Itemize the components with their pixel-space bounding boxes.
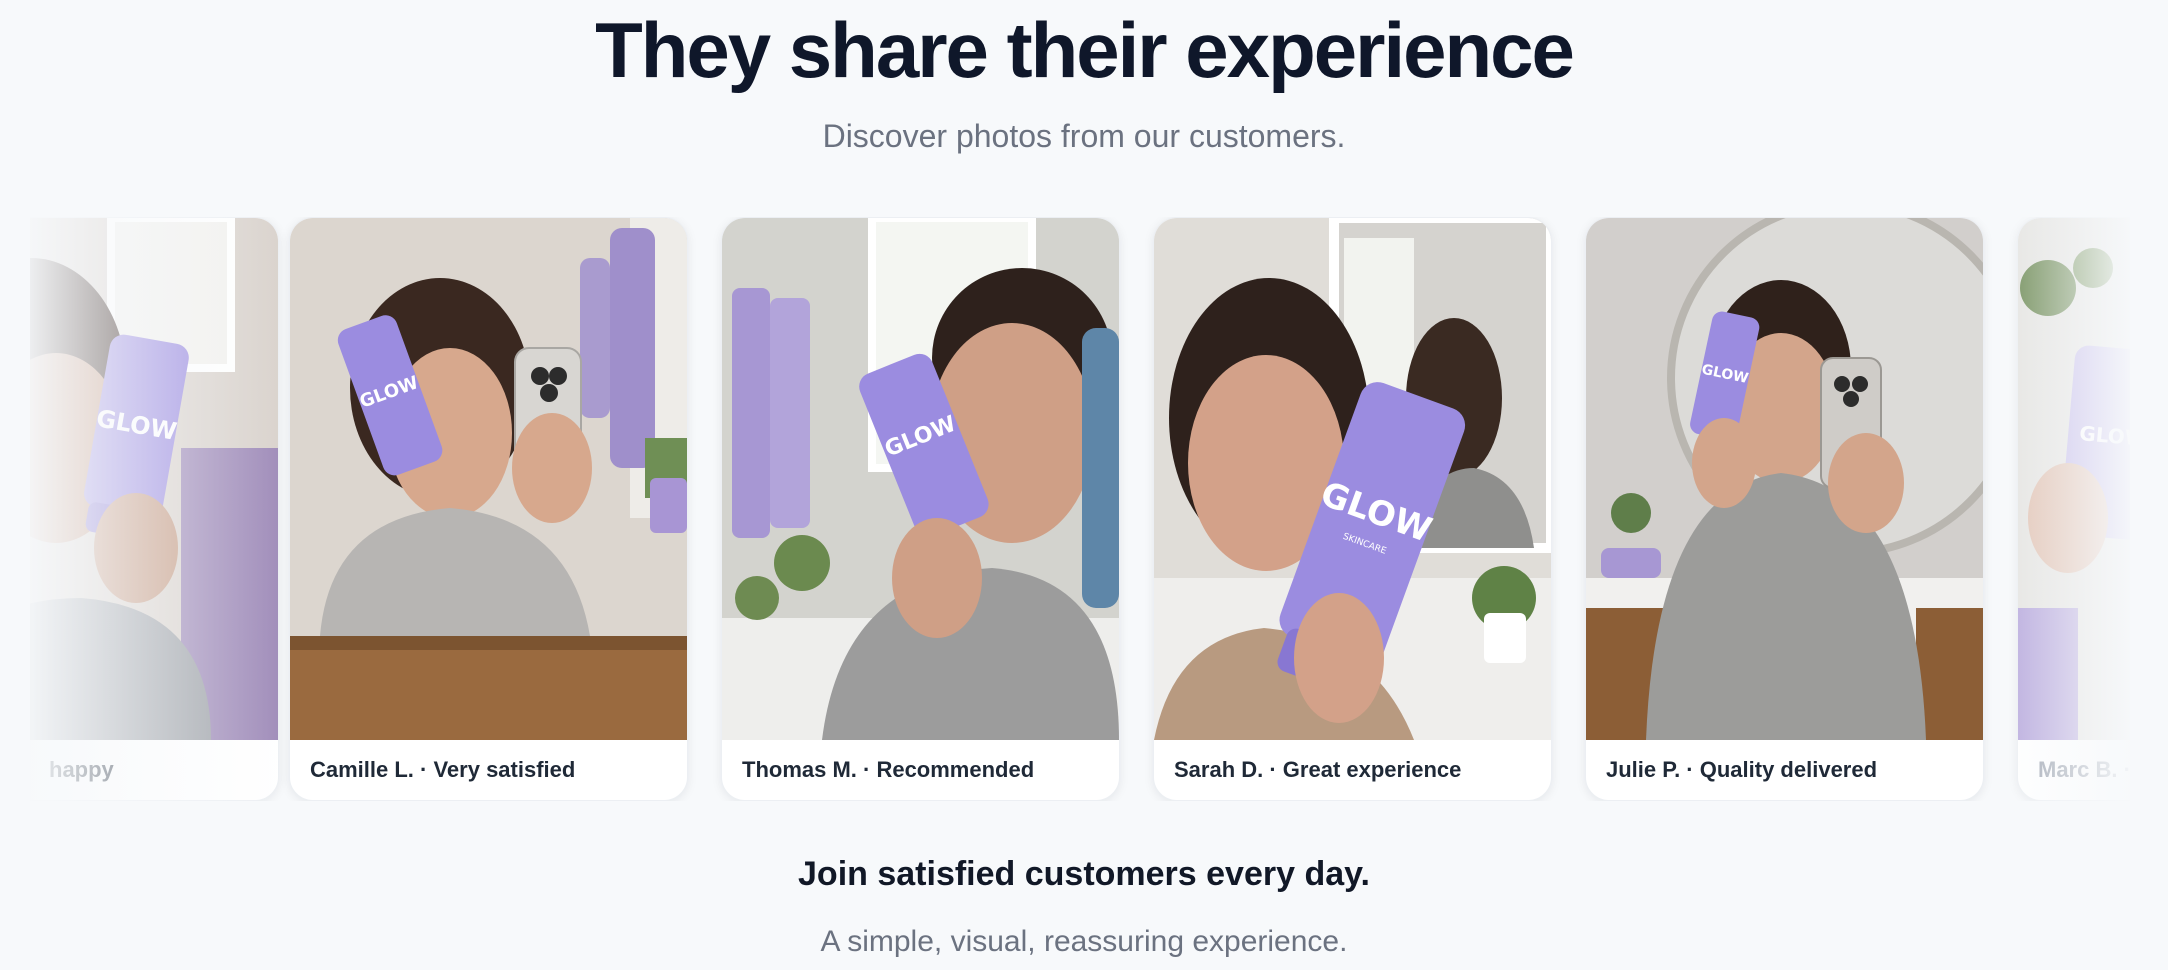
- page-title: They share their experience: [595, 6, 1575, 94]
- customer-photo-card[interactable]: GLOW Thomas M. · Recommended: [721, 217, 1120, 801]
- customer-photo-card[interactable]: GLOW SKINCARE Sarah D. · Great experienc…: [1153, 217, 1552, 801]
- card-caption: Sarah D. · Great experience: [1174, 757, 1462, 782]
- card-caption: Julie P. · Quality delivered: [1606, 757, 1878, 782]
- card-caption: Marc B. · S: [2038, 757, 2130, 782]
- card-caption: happy: [49, 757, 114, 782]
- customer-photo-card[interactable]: GLOW happy: [30, 217, 279, 801]
- customer-photo: GLOW: [2018, 218, 2130, 740]
- customer-photo: GLOW SKINCARE: [1154, 218, 1551, 740]
- customer-photo-carousel[interactable]: GLOW happy GLOW Camille L. · Very satisf…: [30, 217, 2130, 801]
- customer-photo: GLOW: [722, 218, 1119, 740]
- page-subtitle: Discover photos from our customers.: [822, 118, 1346, 154]
- cta-tagline: A simple, visual, reassuring experience.: [820, 925, 1348, 958]
- card-caption: Thomas M. · Recommended: [742, 757, 1035, 782]
- card-caption: Camille L. · Very satisfied: [310, 757, 576, 782]
- customer-photo-card[interactable]: GLOW Julie P. · Quality delivered: [1585, 217, 1984, 801]
- customer-photo-card[interactable]: GLOW Camille L. · Very satisfied: [289, 217, 688, 801]
- customer-photo: GLOW: [1586, 218, 1983, 740]
- customer-photo: GLOW: [30, 218, 278, 740]
- cta-headline: Join satisfied customers every day.: [798, 855, 1370, 893]
- customer-photo: GLOW: [290, 218, 687, 740]
- customer-photo-card[interactable]: GLOW Marc B. · S: [2017, 217, 2130, 801]
